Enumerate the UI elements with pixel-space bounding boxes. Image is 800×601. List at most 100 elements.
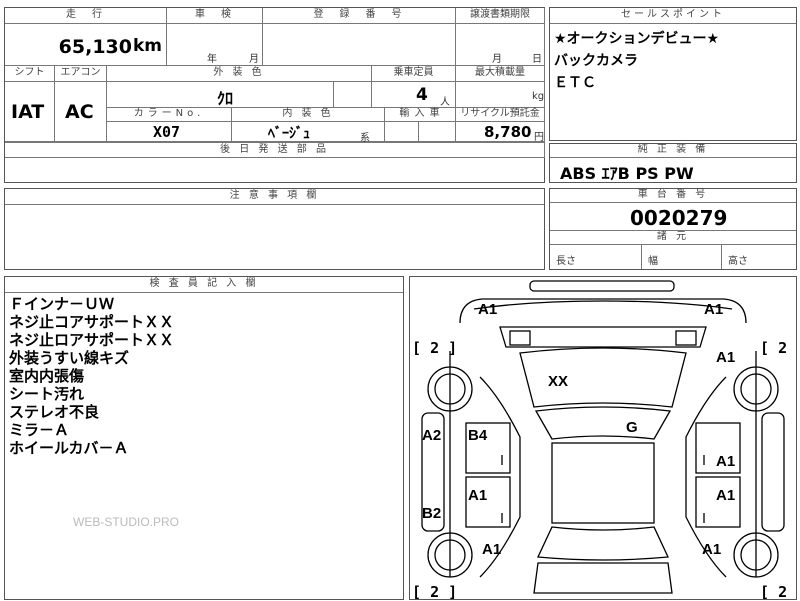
roof-outline	[551, 442, 655, 524]
capacity-value: 4	[416, 85, 428, 105]
tire-rear-right-value: 2	[778, 583, 788, 601]
chassis-number: 0020279	[630, 206, 728, 230]
recycle-cell: 8,780 円	[456, 122, 545, 143]
inspector-note: ステレオ不良	[9, 403, 100, 421]
equipment-panel: 純 正 装 備 ABS ｴｱB PS PW	[549, 143, 797, 183]
exterior-extra-cell	[334, 82, 372, 108]
notes-header: 注 意 事 項 欄	[5, 189, 544, 205]
inspector-notes-panel: 検 査 員 記 入 欄 Ｆインナ－ＵＷ ネジ止コアサポートＸＸ ネジ止ロアサポー…	[4, 276, 404, 600]
damage-diagram-panel: A1 A1 A1 XX G A2 B4 A1 A1 A1 B2 A1 A1 [ …	[409, 276, 797, 601]
damage-front-left: A1	[478, 301, 498, 318]
watermark: WEB-STUDIO.PRO	[73, 515, 180, 529]
capacity-header: 乗車定員	[372, 66, 456, 82]
dimensions-header: 諸 元	[550, 231, 796, 245]
inspector-note: ネジ止コアサポートＸＸ	[9, 313, 175, 331]
interior-color-cell: ﾍﾞｰｼﾞｭ 系	[232, 122, 385, 144]
chassis-panel: 車 台 番 号 0020279 諸 元 長さ 幅 高さ	[549, 188, 797, 270]
length-cell: 長さ	[550, 245, 642, 269]
damage-door-rear-left: A1	[468, 487, 488, 504]
delivery-parts-area	[5, 158, 545, 182]
inspector-note: ネジ止ロアサポートＸＸ	[9, 331, 175, 349]
height-label: 高さ	[728, 256, 748, 267]
damage-door-rear-right: A1	[716, 487, 736, 504]
inspection-header: 車 検	[167, 8, 263, 24]
color-no-cell: X07	[107, 122, 232, 142]
import-header: 輸 入 車	[385, 108, 456, 122]
damage-front-right: A1	[704, 301, 724, 318]
tire-front-right-value: 2	[778, 339, 788, 357]
registration-header: 登 録 番 号	[263, 8, 456, 24]
front-bumper-top	[529, 280, 675, 292]
chassis-number-cell: 0020279	[550, 203, 796, 231]
exterior-color-cell: ｸﾛ	[107, 82, 334, 108]
color-no-value: X07	[153, 123, 181, 141]
recycle-header: リサイクル預託金	[456, 108, 545, 122]
damage-rear-side-left: B2	[422, 505, 442, 522]
transfer-month: 月	[492, 54, 502, 65]
inspector-note: 室内内張傷	[9, 367, 85, 385]
transfer-deadline-header: 譲渡書類期限	[456, 8, 545, 24]
tire-front-right: [ 2	[760, 339, 788, 357]
sales-point-header: セールスポイント	[550, 8, 796, 24]
exterior-color-value: ｸﾛ	[217, 89, 234, 108]
damage-fender-right: A1	[716, 349, 736, 366]
inspector-notes-header: 検 査 員 記 入 欄	[5, 277, 403, 293]
mileage-value: 65,130	[58, 36, 132, 58]
height-cell: 高さ	[722, 245, 796, 269]
inspector-note: 外装うすい線キズ	[9, 349, 130, 367]
mileage-unit: km	[132, 36, 162, 56]
inspection-year: 年	[207, 54, 217, 65]
import-cell-b	[419, 122, 456, 142]
windshield-outline	[534, 406, 672, 440]
equipment-header: 純 正 装 備	[550, 144, 796, 158]
vehicle-info-table: 走 行 車 検 登 録 番 号 譲渡書類期限 65,130 km 年 月 月 日…	[4, 7, 545, 183]
inspector-notes-list: Ｆインナ－ＵＷ ネジ止コアサポートＸＸ ネジ止ロアサポートＸＸ 外装うすい線キズ…	[9, 295, 174, 457]
load-header: 最大積載量	[456, 66, 545, 82]
mileage-cell: 65,130 km	[5, 24, 167, 66]
delivery-parts-header: 後 日 発 送 部 品	[5, 142, 545, 158]
registration-cell	[263, 24, 456, 66]
width-cell: 幅	[642, 245, 722, 269]
inspector-note: Ｆインナ－ＵＷ	[9, 295, 115, 313]
damage-rear-right: A1	[702, 541, 722, 558]
mileage-header: 走 行	[5, 8, 167, 24]
color-no-header: カラーNo.	[107, 108, 232, 122]
exterior-color-header: 外 装 色	[107, 66, 372, 82]
sales-line: バックカメラ	[554, 53, 638, 69]
import-cell-a	[385, 122, 419, 142]
recycle-value: 8,780	[484, 123, 532, 141]
interior-color-value: ﾍﾞｰｼﾞｭ	[268, 126, 310, 142]
shift-header: シフト	[5, 66, 55, 82]
width-label: 幅	[648, 256, 658, 267]
tire-front-left-value: 2	[430, 339, 440, 357]
shift-value: IAT	[11, 101, 45, 123]
ac-cell: AC	[55, 82, 107, 142]
chassis-header: 車 台 番 号	[550, 189, 796, 203]
capacity-unit: 人	[440, 97, 450, 108]
load-unit: kg	[532, 91, 545, 102]
shift-cell: IAT	[5, 82, 55, 142]
capacity-cell: 4 人	[372, 82, 456, 108]
tire-rear-left-value: 2	[430, 583, 440, 601]
load-cell: kg	[456, 82, 545, 108]
length-label: 長さ	[556, 256, 576, 267]
equipment-value: ABS ｴｱB PS PW	[560, 164, 694, 183]
interior-color-header: 内 装 色	[232, 108, 385, 122]
damage-roof: G	[626, 419, 638, 436]
inspector-note: シート汚れ	[9, 385, 85, 403]
inspector-note: ミラ－Ａ	[9, 421, 70, 439]
sales-point-panel: セールスポイント ★オークションデビュー★ バックカメラ ＥＴＣ	[549, 7, 797, 141]
tire-front-left: [ 2 ]	[412, 339, 458, 357]
damage-door-front-right: A1	[716, 453, 736, 470]
hood-outline	[519, 347, 687, 408]
tire-rear-left: [ 2 ]	[412, 583, 458, 601]
recycle-unit: 円	[534, 132, 544, 143]
damage-side-left: A2	[422, 427, 442, 444]
transfer-cell: 月 日	[456, 24, 545, 66]
inspector-note: ホイールカバ－Ａ	[9, 439, 129, 457]
damage-rear-left: A1	[482, 541, 502, 558]
damage-hood: XX	[548, 373, 569, 390]
damage-door-front-left: B4	[468, 427, 488, 444]
tire-rear-right: [ 2	[760, 583, 788, 601]
ac-value: AC	[65, 101, 94, 123]
